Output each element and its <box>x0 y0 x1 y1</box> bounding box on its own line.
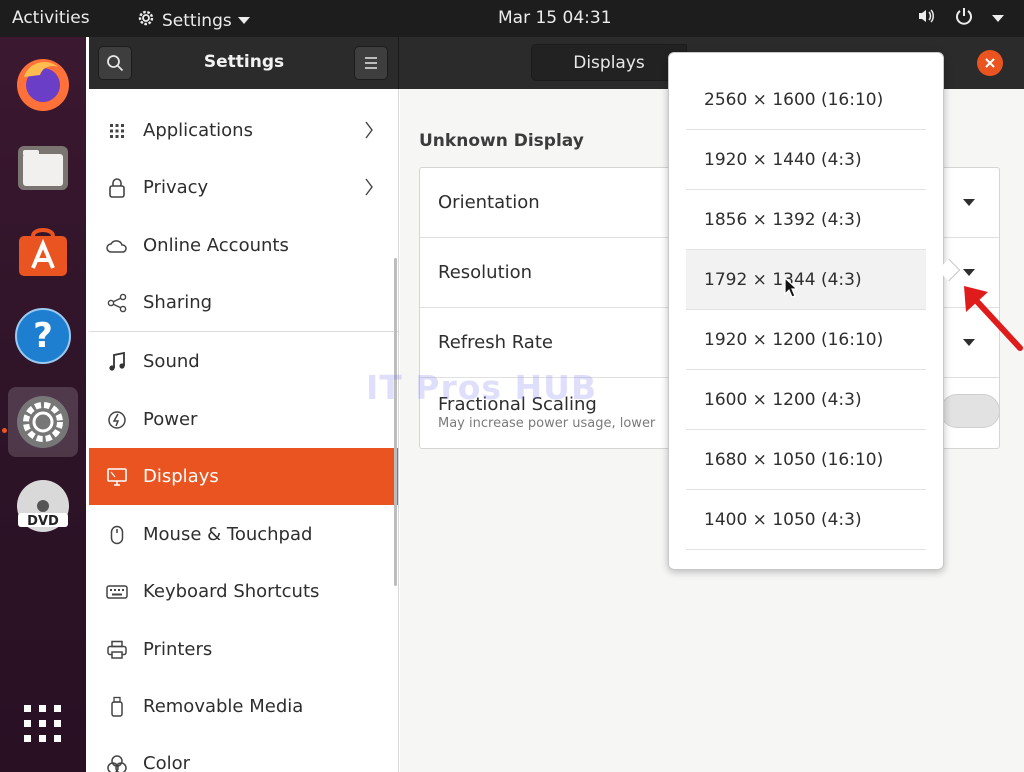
sidebar-item-printers[interactable]: Printers <box>89 621 398 678</box>
sidebar-item-label: Removable Media <box>143 696 304 717</box>
usb-icon <box>106 696 128 718</box>
share-icon <box>106 292 128 314</box>
watermark: IT Pros HUB <box>366 368 598 407</box>
sidebar-item-label: Mouse & Touchpad <box>143 524 313 545</box>
sidebar-item-label: Sharing <box>143 292 213 313</box>
activities-button[interactable]: Activities <box>12 8 90 28</box>
sidebar-divider <box>89 331 398 332</box>
top-bar: Activities Settings Mar 15 04:31 <box>0 0 1024 37</box>
firefox-icon[interactable] <box>8 49 78 119</box>
sidebar-item-label: Power <box>143 409 198 430</box>
mouse-cursor-icon <box>784 277 798 298</box>
sidebar-item-label: Privacy <box>143 177 209 198</box>
running-indicator <box>2 428 7 433</box>
sidebar-item-label: Sound <box>143 351 200 372</box>
sidebar-item-privacy[interactable]: Privacy <box>89 159 398 216</box>
dock: ? DVD <box>0 37 86 772</box>
sidebar-scrollbar[interactable] <box>394 258 397 586</box>
display-icon <box>106 466 128 488</box>
power-icon <box>954 6 974 31</box>
svg-text:?: ? <box>33 316 53 356</box>
settings-title: Settings <box>203 52 285 72</box>
sidebar-item-removable-media[interactable]: Removable Media <box>89 678 398 735</box>
sidebar-item-online-accounts[interactable]: Online Accounts <box>89 217 398 274</box>
sidebar-item-keyboard-shortcuts[interactable]: Keyboard Shortcuts <box>89 563 398 620</box>
sidebar-item-power[interactable]: Power <box>89 391 398 448</box>
resolution-option[interactable]: 1920 × 1440 (4:3) <box>686 130 926 190</box>
resolution-option-hovered[interactable]: 1792 × 1344 (4:3) <box>686 250 926 310</box>
resolution-option[interactable]: 1856 × 1392 (4:3) <box>686 190 926 250</box>
annotation-arrow-icon <box>964 286 1023 351</box>
refresh-rate-label: Refresh Rate <box>438 332 553 353</box>
sidebar-item-sharing[interactable]: Sharing <box>89 274 398 331</box>
sidebar-item-color[interactable]: Color <box>89 735 398 772</box>
keyboard-icon <box>106 581 128 603</box>
sidebar-item-label: Printers <box>143 639 213 660</box>
power-icon <box>106 409 128 431</box>
resolution-option[interactable]: 1400 × 1050 (4:3) <box>686 490 926 550</box>
cloud-icon <box>106 235 128 257</box>
sidebar-item-label: Applications <box>143 120 253 141</box>
system-menu[interactable] <box>916 6 1004 31</box>
software-icon[interactable] <box>8 217 78 287</box>
hamburger-icon <box>365 57 377 69</box>
settings-headerbar: Settings <box>89 37 399 89</box>
chevron-down-icon <box>992 15 1004 22</box>
lock-icon <box>106 177 128 199</box>
app-menu-label: Settings <box>162 10 232 31</box>
music-note-icon <box>106 351 128 373</box>
sidebar-item-label: Color <box>143 753 190 772</box>
tab-displays[interactable]: Displays <box>531 44 687 81</box>
gear-icon <box>136 8 156 33</box>
resolution-option[interactable]: 1920 × 1200 (16:10) <box>686 310 926 370</box>
fractional-scaling-switch[interactable] <box>940 394 1000 428</box>
hamburger-menu-button[interactable] <box>354 46 388 80</box>
orientation-dropdown-arrow-icon[interactable] <box>963 199 975 206</box>
close-icon <box>985 58 995 68</box>
show-apps-icon[interactable] <box>8 689 78 759</box>
sidebar-item-mouse-touchpad[interactable]: Mouse & Touchpad <box>89 506 398 563</box>
svg-text:DVD: DVD <box>27 514 59 529</box>
resolution-option[interactable]: 1680 × 1050 (16:10) <box>686 430 926 490</box>
help-icon[interactable]: ? <box>8 301 78 371</box>
orientation-label: Orientation <box>438 192 540 213</box>
sidebar-item-label: Keyboard Shortcuts <box>143 581 320 602</box>
volume-icon <box>916 6 936 31</box>
sidebar-item-label: Displays <box>143 466 219 487</box>
close-button[interactable] <box>977 50 1003 76</box>
settings-icon[interactable] <box>8 387 78 457</box>
chevron-right-icon <box>364 120 374 145</box>
app-menu[interactable]: Settings <box>136 8 250 33</box>
sidebar-item-displays[interactable]: Displays <box>89 448 398 505</box>
grid-icon <box>106 120 128 142</box>
files-icon[interactable] <box>8 133 78 203</box>
dvd-icon[interactable]: DVD <box>8 471 78 541</box>
display-name-heading: Unknown Display <box>419 131 584 151</box>
chevron-down-icon <box>237 17 250 24</box>
mouse-icon <box>106 524 128 546</box>
sidebar-item-applications[interactable]: Applications <box>89 102 398 159</box>
clock[interactable]: Mar 15 04:31 <box>498 8 612 28</box>
sidebar-item-label: Online Accounts <box>143 235 289 256</box>
resolution-option[interactable]: 2560 × 1600 (16:10) <box>686 70 926 130</box>
chevron-right-icon <box>364 177 374 202</box>
sidebar-item-sound[interactable]: Sound <box>89 333 398 390</box>
settings-sidebar: Applications Privacy Online Accounts Sha… <box>89 89 399 772</box>
tab-displays-label: Displays <box>573 52 645 73</box>
resolution-option[interactable]: 1600 × 1200 (4:3) <box>686 370 926 430</box>
resolution-label: Resolution <box>438 262 533 283</box>
printer-icon <box>106 639 128 661</box>
resolution-dropdown-arrow-icon[interactable] <box>963 269 975 276</box>
color-icon <box>106 753 128 772</box>
fractional-scaling-description: May increase power usage, lower <box>438 416 656 431</box>
